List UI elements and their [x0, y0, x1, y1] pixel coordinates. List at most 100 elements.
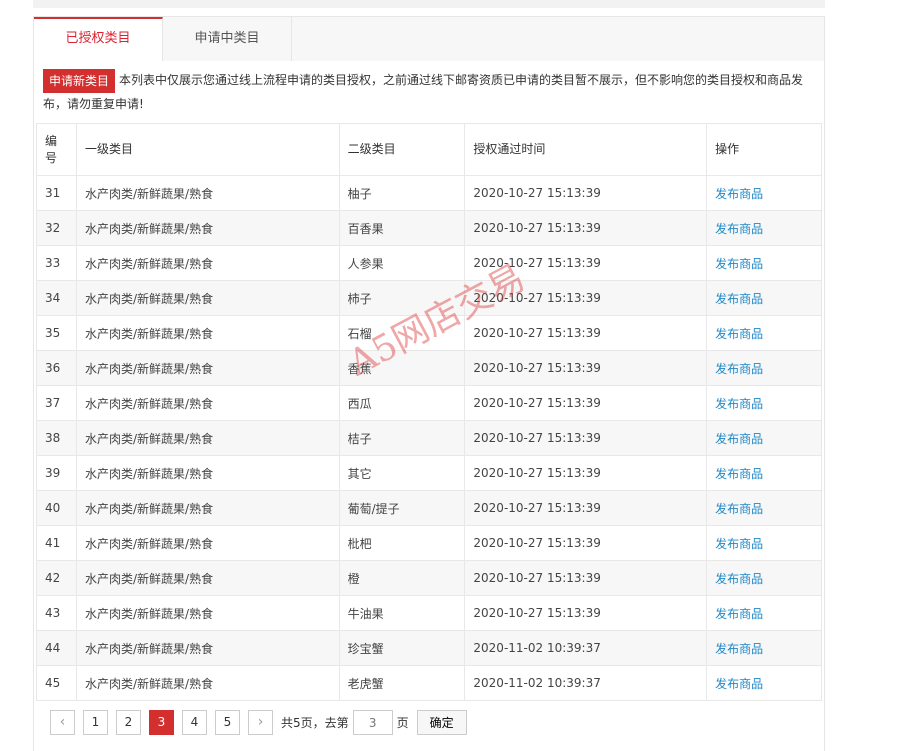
cell-id: 38 — [36, 420, 77, 456]
page-5-button[interactable]: 5 — [215, 710, 240, 735]
cell-action: 发布商品 — [706, 665, 822, 701]
cell-action: 发布商品 — [706, 525, 822, 561]
cell-cat1: 水产肉类/新鲜蔬果/熟食 — [75, 595, 340, 631]
cell-cat2: 牛油果 — [338, 595, 466, 631]
cell-id: 42 — [36, 560, 77, 596]
page-jump-input[interactable] — [352, 710, 393, 735]
table-body: 31 水产肉类/新鲜蔬果/熟食 柚子 2020-10-27 15:13:39 发布商品 3… — [36, 175, 822, 701]
table-row: 35 水产肉类/新鲜蔬果/熟食 石榴 2020-10-27 15:13:39 发布商品 — [36, 315, 822, 351]
cell-cat1: 水产肉类/新鲜蔬果/熟食 — [75, 525, 340, 561]
publish-product-link[interactable]: 发布商品 — [715, 677, 763, 691]
cell-cat2: 枇杷 — [338, 525, 466, 561]
cell-time: 2020-10-27 15:13:39 — [464, 385, 708, 421]
page-2-button[interactable]: 2 — [116, 710, 141, 735]
cell-time: 2020-10-27 15:13:39 — [464, 315, 708, 351]
publish-product-link[interactable]: 发布商品 — [715, 187, 763, 201]
table-row: 36 水产肉类/新鲜蔬果/熟食 香蕉 2020-10-27 15:13:39 发布商品 — [36, 350, 822, 386]
tab-bar: 已授权类目 申请中类目 — [34, 17, 292, 61]
cell-time: 2020-11-02 10:39:37 — [464, 665, 708, 701]
publish-product-link[interactable]: 发布商品 — [715, 607, 763, 621]
publish-product-link[interactable]: 发布商品 — [715, 222, 763, 236]
header-id: 编号 — [36, 123, 77, 176]
page-3-button[interactable]: 3 — [149, 710, 174, 735]
publish-product-link[interactable]: 发布商品 — [715, 257, 763, 271]
cell-action: 发布商品 — [706, 420, 822, 456]
top-strip — [33, 0, 825, 8]
cell-id: 41 — [36, 525, 77, 561]
table-row: 43 水产肉类/新鲜蔬果/熟食 牛油果 2020-10-27 15:13:39 发布商品 — [36, 595, 822, 631]
cell-id: 45 — [36, 665, 77, 701]
table-row: 33 水产肉类/新鲜蔬果/熟食 人参果 2020-10-27 15:13:39 发布商品 — [36, 245, 822, 281]
cell-cat1: 水产肉类/新鲜蔬果/熟食 — [75, 175, 340, 211]
cell-cat2: 石榴 — [338, 315, 466, 351]
cell-cat1: 水产肉类/新鲜蔬果/熟食 — [75, 665, 340, 701]
cell-cat2: 老虎蟹 — [338, 665, 466, 701]
total-pages-text: 共5页，去第 — [281, 716, 349, 730]
tab-pending[interactable]: 申请中类目 — [163, 17, 292, 61]
publish-product-link[interactable]: 发布商品 — [715, 502, 763, 516]
publish-product-link[interactable]: 发布商品 — [715, 467, 763, 481]
cell-cat2: 其它 — [338, 455, 466, 491]
page-suffix: 页 — [396, 716, 409, 730]
cell-time: 2020-10-27 15:13:39 — [464, 350, 708, 386]
confirm-button[interactable]: 确定 — [416, 710, 467, 735]
publish-product-link[interactable]: 发布商品 — [715, 642, 763, 656]
table-row: 38 水产肉类/新鲜蔬果/熟食 桔子 2020-10-27 15:13:39 发布商品 — [36, 420, 822, 456]
table-row: 45 水产肉类/新鲜蔬果/熟食 老虎蟹 2020-11-02 10:39:37 发布商品 — [36, 665, 822, 701]
cell-cat1: 水产肉类/新鲜蔬果/熟食 — [75, 315, 340, 351]
publish-product-link[interactable]: 发布商品 — [715, 397, 763, 411]
cell-action: 发布商品 — [706, 315, 822, 351]
cell-cat1: 水产肉类/新鲜蔬果/熟食 — [75, 630, 340, 666]
cell-cat2: 香蕉 — [338, 350, 466, 386]
header-cat2: 二级类目 — [338, 123, 466, 176]
cell-cat1: 水产肉类/新鲜蔬果/熟食 — [75, 420, 340, 456]
category-table: 编号 一级类目 二级类目 授权通过时间 操作 31 水产肉类/新鲜蔬果/熟食 柚子 2… — [36, 123, 822, 701]
cell-id: 44 — [36, 630, 77, 666]
publish-product-link[interactable]: 发布商品 — [715, 572, 763, 586]
cell-action: 发布商品 — [706, 350, 822, 386]
header-time: 授权通过时间 — [464, 123, 708, 176]
cell-cat1: 水产肉类/新鲜蔬果/熟食 — [75, 385, 340, 421]
table-row: 32 水产肉类/新鲜蔬果/熟食 百香果 2020-10-27 15:13:39 发布商品 — [36, 210, 822, 246]
publish-product-link[interactable]: 发布商品 — [715, 537, 763, 551]
cell-time: 2020-10-27 15:13:39 — [464, 420, 708, 456]
table-row: 42 水产肉类/新鲜蔬果/熟食橙 2020-10-27 15:13:39 发布商品 — [36, 560, 822, 596]
tab-authorized[interactable]: 已授权类目 — [34, 17, 163, 61]
publish-product-link[interactable]: 发布商品 — [715, 292, 763, 306]
cell-id: 32 — [36, 210, 77, 246]
cell-cat2: 桔子 — [338, 420, 466, 456]
table-row: 34 水产肉类/新鲜蔬果/熟食 柿子 2020-10-27 15:13:39 发布商品 — [36, 280, 822, 316]
page-1-button[interactable]: 1 — [83, 710, 108, 735]
header-cat1: 一级类目 — [75, 123, 340, 176]
cell-cat2: 橙 — [338, 560, 466, 596]
cell-cat2: 百香果 — [338, 210, 466, 246]
page-4-button[interactable]: 4 — [182, 710, 207, 735]
apply-category-button[interactable]: 申请新类目 — [43, 69, 116, 93]
cell-action: 发布商品 — [706, 280, 822, 316]
cell-id: 35 — [36, 315, 77, 351]
category-panel: 已授权类目 申请中类目 申请新类目 本列表中仅展示您通过线上流程申请的类目授权，之… — [33, 16, 825, 751]
cell-cat1: 水产肉类/新鲜蔬果/熟食 — [75, 210, 340, 246]
cell-time: 2020-10-27 15:13:39 — [464, 560, 708, 596]
cell-time: 2020-10-27 15:13:39 — [464, 175, 708, 211]
publish-product-link[interactable]: 发布商品 — [715, 362, 763, 376]
table-row: 37 水产肉类/新鲜蔬果/熟食 西瓜 2020-10-27 15:13:39 发布商品 — [36, 385, 822, 421]
table-row: 41 水产肉类/新鲜蔬果/熟食 枇杷 2020-10-27 15:13:39 发布商品 — [36, 525, 822, 561]
cell-action: 发布商品 — [706, 385, 822, 421]
cell-id: 40 — [36, 490, 77, 526]
cell-id: 43 — [36, 595, 77, 631]
header-action: 操作 — [706, 123, 822, 176]
cell-id: 39 — [36, 455, 77, 491]
cell-action: 发布商品 — [706, 175, 822, 211]
cell-id: 31 — [36, 175, 77, 211]
cell-time: 2020-10-27 15:13:39 — [464, 490, 708, 526]
cell-id: 34 — [36, 280, 77, 316]
cell-action: 发布商品 — [706, 630, 822, 666]
chevron-right-icon[interactable]: › — [248, 710, 273, 735]
table-row: 39 水产肉类/新鲜蔬果/熟食 其它 2020-10-27 15:13:39 发布商品 — [36, 455, 822, 491]
cell-cat1: 水产肉类/新鲜蔬果/熟食 — [75, 560, 340, 596]
chevron-left-icon[interactable]: ‹ — [50, 710, 75, 735]
cell-cat2: 柚子 — [338, 175, 466, 211]
publish-product-link[interactable]: 发布商品 — [715, 327, 763, 341]
publish-product-link[interactable]: 发布商品 — [715, 432, 763, 446]
